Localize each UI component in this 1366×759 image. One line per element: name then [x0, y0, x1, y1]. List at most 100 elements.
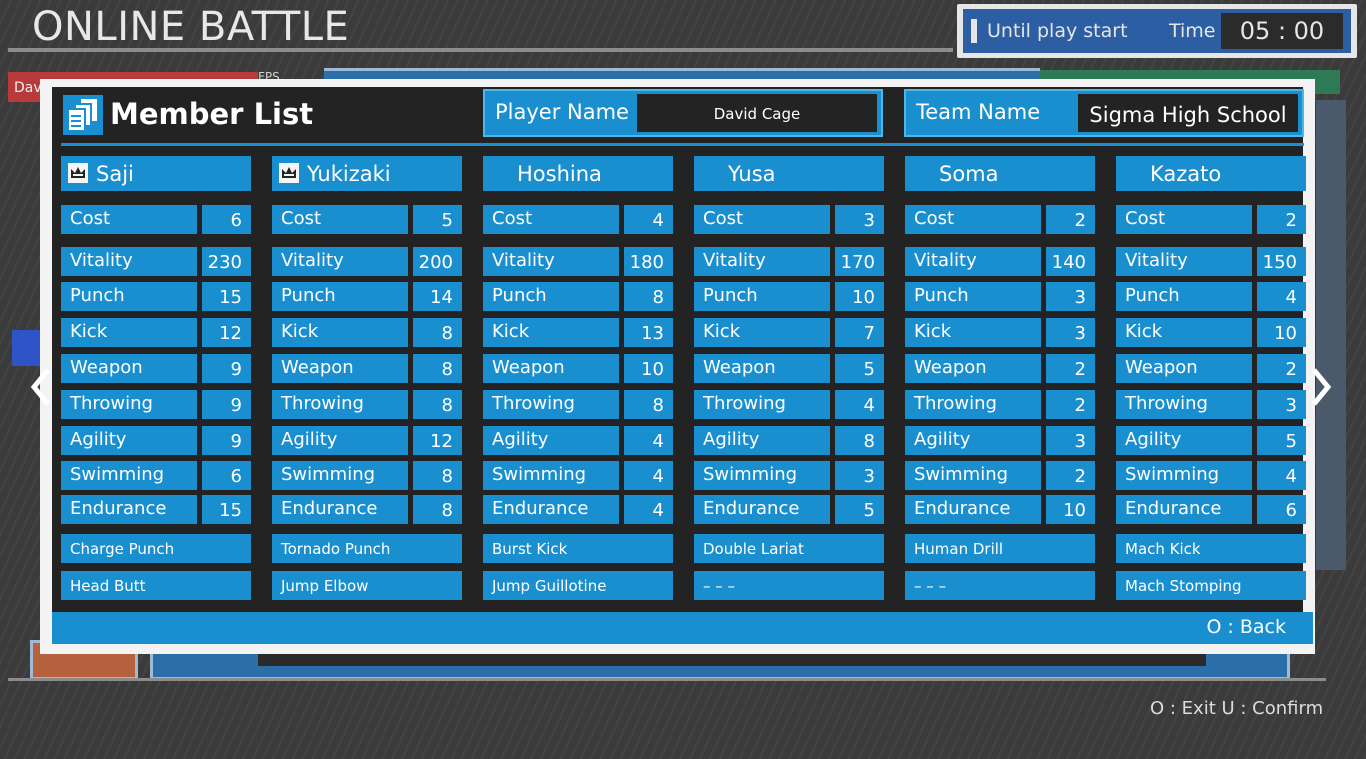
- stat-label: Punch: [694, 282, 830, 311]
- stat-value: 4: [1257, 461, 1306, 490]
- stat-label: Weapon: [694, 354, 830, 383]
- stat-row: Cost 4: [483, 205, 673, 234]
- stat-value: 10: [1046, 495, 1095, 524]
- stat-row: Agility 3: [905, 426, 1095, 455]
- member-name: Soma: [939, 162, 999, 186]
- stat-label: Throwing: [272, 390, 408, 419]
- stat-row: Agility 8: [694, 426, 884, 455]
- member-name-header: Yukizaki: [272, 156, 462, 191]
- stat-value: 15: [202, 282, 251, 311]
- member-name-header: Yusa: [694, 156, 884, 191]
- stat-row: Cost 5: [272, 205, 462, 234]
- stat-value: 8: [835, 426, 884, 455]
- member-name: Yukizaki: [307, 162, 391, 186]
- stat-row: Throwing 3: [1116, 390, 1306, 419]
- special-move: Double Lariat: [694, 534, 884, 563]
- stat-label: Swimming: [272, 461, 408, 490]
- special-move: Tornado Punch: [272, 534, 462, 563]
- stat-row: Throwing 2: [905, 390, 1095, 419]
- stat-row: Kick 7: [694, 318, 884, 347]
- stat-label: Weapon: [483, 354, 619, 383]
- stat-value: 9: [202, 426, 251, 455]
- stat-row: Punch 14: [272, 282, 462, 311]
- stat-value: 2: [1257, 205, 1306, 234]
- countdown-bar-icon: [971, 19, 977, 43]
- stat-row: Vitality 150: [1116, 247, 1306, 276]
- stat-value: 180: [624, 247, 673, 276]
- stat-label: Weapon: [272, 354, 408, 383]
- stat-value: 140: [1046, 247, 1095, 276]
- player-name-label: Player Name: [495, 100, 629, 124]
- stat-row: Endurance 6: [1116, 495, 1306, 524]
- stat-label: Punch: [905, 282, 1041, 311]
- stat-label: Endurance: [905, 495, 1041, 524]
- stat-value: 7: [835, 318, 884, 347]
- stat-label: Vitality: [1116, 247, 1252, 276]
- stat-label: Endurance: [1116, 495, 1252, 524]
- stat-label: Cost: [694, 205, 830, 234]
- stat-label: Swimming: [694, 461, 830, 490]
- stat-label: Cost: [272, 205, 408, 234]
- stat-label: Swimming: [483, 461, 619, 490]
- stat-value: 10: [835, 282, 884, 311]
- page-title: ONLINE BATTLE: [32, 4, 350, 50]
- background-left-tile: [12, 330, 42, 366]
- stat-label: Throwing: [61, 390, 197, 419]
- stat-value: 8: [413, 461, 462, 490]
- member-name: Hoshina: [517, 162, 602, 186]
- stat-label: Agility: [905, 426, 1041, 455]
- member-list-title: Member List: [110, 97, 314, 131]
- previous-page-arrow-icon[interactable]: [26, 362, 56, 412]
- stat-value: 5: [1257, 426, 1306, 455]
- footer-divider: [8, 678, 1326, 681]
- stat-value: 6: [202, 205, 251, 234]
- member-name-header: Saji: [61, 156, 251, 191]
- background-right-strip: [1316, 100, 1346, 570]
- special-move: Jump Elbow: [272, 571, 462, 600]
- title-divider: [8, 48, 953, 52]
- stat-value: 5: [835, 495, 884, 524]
- special-move: Charge Punch: [61, 534, 251, 563]
- stat-row: Vitality 200: [272, 247, 462, 276]
- stat-label: Kick: [1116, 318, 1252, 347]
- stat-value: 8: [413, 390, 462, 419]
- stat-label: Kick: [694, 318, 830, 347]
- stat-value: 8: [413, 495, 462, 524]
- stat-label: Kick: [61, 318, 197, 347]
- member-name-header: Hoshina: [483, 156, 673, 191]
- stat-label: Swimming: [61, 461, 197, 490]
- stat-value: 150: [1257, 247, 1306, 276]
- stat-label: Swimming: [905, 461, 1041, 490]
- next-page-arrow-icon[interactable]: [1306, 362, 1336, 412]
- member-name: Yusa: [728, 162, 776, 186]
- stat-row: Endurance 4: [483, 495, 673, 524]
- stat-value: 12: [202, 318, 251, 347]
- stat-row: Vitality 140: [905, 247, 1095, 276]
- stat-label: Endurance: [694, 495, 830, 524]
- special-move: – – –: [905, 571, 1095, 600]
- stat-label: Throwing: [483, 390, 619, 419]
- time-label: Time: [1169, 20, 1216, 42]
- time-value-box: 05 : 00: [1221, 13, 1343, 49]
- stat-row: Weapon 8: [272, 354, 462, 383]
- stat-value: 15: [202, 495, 251, 524]
- stat-value: 10: [1257, 318, 1306, 347]
- stat-label: Endurance: [483, 495, 619, 524]
- countdown-panel: Until play start Time 05 : 00: [957, 4, 1357, 58]
- footer-hint: O : Exit U : Confirm: [1150, 698, 1324, 719]
- stat-label: Agility: [272, 426, 408, 455]
- stat-value: 4: [1257, 282, 1306, 311]
- stat-value: 5: [835, 354, 884, 383]
- stat-label: Weapon: [905, 354, 1041, 383]
- player-name-field: Player Name David Cage: [483, 89, 883, 137]
- player-name-value: David Cage: [637, 94, 877, 132]
- member-list-icon: [63, 95, 103, 135]
- stat-label: Endurance: [61, 495, 197, 524]
- stat-row: Cost 2: [905, 205, 1095, 234]
- stat-row: Punch 8: [483, 282, 673, 311]
- stat-value: 4: [624, 495, 673, 524]
- stat-label: Punch: [483, 282, 619, 311]
- member-name: Kazato: [1150, 162, 1222, 186]
- crown-icon: [279, 163, 299, 183]
- stat-value: 4: [624, 205, 673, 234]
